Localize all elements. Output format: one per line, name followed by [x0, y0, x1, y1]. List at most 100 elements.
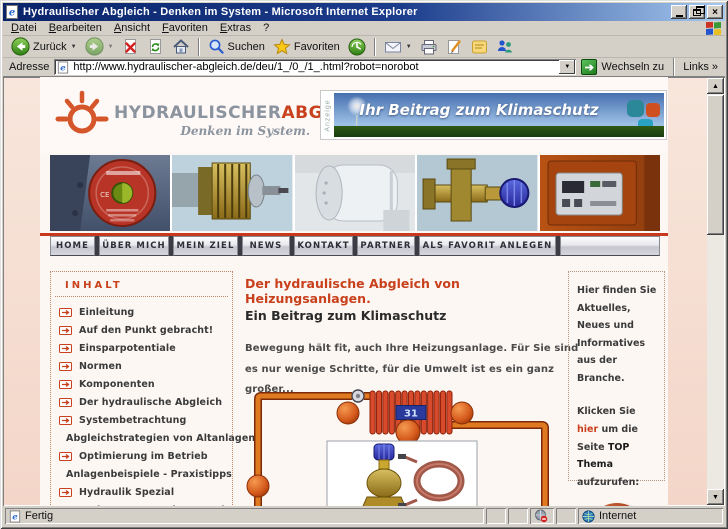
nav-news[interactable]: NEWS — [242, 236, 290, 256]
sidebar-item[interactable]: Einleitung — [59, 306, 226, 319]
sun-logo-icon — [55, 90, 109, 134]
home-button[interactable] — [168, 37, 194, 57]
favorites-button[interactable]: Favoriten — [269, 37, 344, 57]
nav-mein-ziel[interactable]: MEIN ZIEL — [173, 236, 238, 256]
close-button[interactable]: × — [707, 5, 723, 19]
banner-image: Ihr Beitrag zum Klimaschutz — [334, 93, 664, 137]
menu-bar: Datei Bearbeiten Ansicht Favoriten Extra… — [3, 21, 725, 36]
edit-icon — [447, 40, 461, 54]
search-button[interactable]: Suchen — [204, 37, 269, 57]
banner-ad[interactable]: Anzeige Ihr Beitrag zum Klimaschutz — [320, 90, 667, 140]
scroll-down-button[interactable]: ▼ — [707, 489, 724, 505]
menu-favoriten[interactable]: Favoriten — [156, 21, 214, 35]
sidebar-item[interactable]: Systembetrachtung — [59, 414, 226, 427]
photo-controller — [539, 155, 661, 231]
nav-kontakt[interactable]: KONTAKT — [294, 236, 353, 256]
links-button[interactable]: Links » — [679, 61, 722, 73]
status-bar: e Fertig Internet — [3, 506, 725, 526]
nav-ueber-mich[interactable]: ÜBER MICH — [99, 236, 169, 256]
back-button[interactable]: Zurück ▼ — [7, 37, 81, 57]
toolbar-separator — [198, 38, 200, 56]
aside-panel: Hier finden Sie Aktuelles, Neues und Inf… — [568, 271, 665, 506]
stop-button[interactable] — [118, 37, 143, 57]
site-header: HYDRAULISCHERABGLEICH Denken im System. … — [40, 77, 668, 153]
sidebar-item[interactable]: Anlagenbeispiele - Praxistipps — [59, 468, 232, 481]
windows-logo-icon — [703, 21, 723, 36]
ie-page-icon: e — [9, 510, 21, 522]
address-url[interactable]: http://www.hydraulischer-abgleich.de/deu… — [73, 61, 558, 73]
nav-als-favorit-anlegen[interactable]: ALS FAVORIT ANLEGEN — [419, 236, 556, 256]
nav-partner[interactable]: PARTNER — [357, 236, 415, 256]
address-label: Adresse — [9, 61, 50, 73]
arrow-icon — [59, 326, 72, 335]
sidebar-item[interactable]: Hydraulik Spezial — [59, 486, 226, 499]
discuss-icon — [471, 40, 487, 53]
refresh-button[interactable] — [143, 37, 168, 57]
sidebar-item[interactable]: Der hydraulische Abgleich — [59, 396, 226, 409]
menu-extras[interactable]: Extras — [214, 21, 257, 35]
minimize-button[interactable] — [671, 5, 687, 19]
mail-icon — [384, 42, 401, 53]
history-button[interactable] — [344, 37, 370, 57]
restore-button[interactable] — [689, 5, 705, 19]
back-icon — [11, 37, 30, 56]
photo-pump: CE — [50, 155, 171, 231]
browser-window: e Hydraulischer Abgleich - Denken im Sys… — [0, 0, 728, 529]
address-dropdown-button[interactable]: ▼ — [559, 60, 576, 74]
scroll-up-icon: ▲ — [712, 82, 719, 90]
sidebar-item[interactable]: Komponenten — [59, 378, 226, 391]
page-title: Der hydraulische Abgleich von Heizungsan… — [245, 276, 460, 306]
history-icon — [348, 38, 366, 55]
banner-grass — [334, 126, 664, 137]
status-pane-offline — [530, 508, 554, 524]
toolbar-separator — [374, 38, 376, 56]
menu-datei[interactable]: Datei — [5, 21, 43, 35]
sidebar-item[interactable]: Auf den Punkt gebracht! — [59, 324, 226, 337]
minimize-icon — [675, 14, 683, 17]
edit-button[interactable] — [442, 37, 467, 57]
ie-page-icon: e — [58, 61, 69, 73]
sidebar-item[interactable]: Optimierung im Betrieb — [59, 450, 226, 463]
window-title: Hydraulischer Abgleich - Denken im Syste… — [23, 6, 418, 18]
messenger-button[interactable] — [492, 37, 518, 57]
forward-button[interactable]: ▼ — [81, 37, 118, 57]
sidebar-item[interactable]: Abgleichstrategien von Altanlagen — [59, 432, 255, 445]
menu-bearbeiten[interactable]: Bearbeiten — [43, 21, 108, 35]
menu-hilfe[interactable]: ? — [257, 21, 275, 35]
menu-ansicht[interactable]: Ansicht — [108, 21, 156, 35]
content-sidebar: INHALT Einleitung Auf den Punkt gebracht… — [50, 271, 255, 506]
search-icon — [209, 39, 224, 54]
back-label: Zurück — [33, 40, 67, 53]
home-icon — [172, 39, 189, 54]
go-label: Wechseln zu — [601, 61, 665, 73]
refresh-icon — [149, 39, 161, 54]
scrollbar-thumb[interactable] — [707, 95, 724, 235]
arrow-icon — [59, 488, 72, 497]
zone-label: Internet — [599, 510, 637, 522]
nav-home[interactable]: HOME — [50, 236, 95, 256]
mail-button[interactable]: ▼ — [380, 37, 416, 57]
mail-dropdown-icon[interactable]: ▼ — [406, 44, 412, 50]
hier-link[interactable]: hier — [577, 424, 598, 435]
discuss-button[interactable] — [467, 37, 492, 57]
arrow-icon — [59, 416, 72, 425]
scroll-up-button[interactable]: ▲ — [707, 78, 724, 94]
arrow-icon — [59, 398, 72, 407]
arrow-icon — [59, 362, 72, 371]
address-separator — [673, 58, 675, 76]
address-input[interactable]: e http://www.hydraulischer-abgleich.de/d… — [54, 59, 577, 75]
links-chevron-icon: » — [711, 61, 718, 73]
print-icon — [421, 39, 437, 54]
back-dropdown-icon[interactable]: ▼ — [71, 44, 77, 50]
sidebar-item[interactable]: Einsparpotentiale — [59, 342, 226, 355]
restricted-globe-icon — [535, 509, 548, 523]
print-button[interactable] — [416, 37, 442, 57]
arrow-icon — [59, 308, 72, 317]
go-button[interactable]: ➔ Wechseln zu — [576, 59, 669, 75]
arrow-icon — [59, 380, 72, 389]
vertical-scrollbar[interactable]: ▲ ▼ — [707, 78, 724, 505]
sidebar-item[interactable]: Normen — [59, 360, 226, 373]
aside-text-1: Hier finden Sie Aktuelles, Neues und Inf… — [577, 285, 657, 384]
ad-tag: Anzeige — [325, 98, 333, 132]
forward-dropdown-icon[interactable]: ▼ — [108, 44, 114, 50]
